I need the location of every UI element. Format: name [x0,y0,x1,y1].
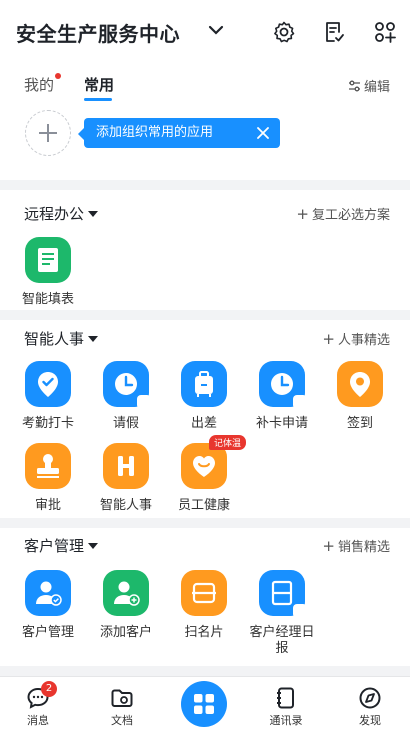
nav-discover[interactable]: 发现 [340,677,400,728]
form-icon [25,237,71,283]
hr-picks-link[interactable]: + 人事精选 [322,329,390,349]
app-smart-form[interactable]: 智能填表 [8,237,88,308]
location-check-icon [25,361,71,407]
person-check-icon [25,570,71,616]
tip-text: 添加组织常用的应用 [96,125,214,140]
person-add-icon [103,570,149,616]
app-scan-business-card[interactable]: 扫名片 [164,570,244,641]
todo-list-icon[interactable] [322,20,346,44]
caret-down-icon [88,210,99,217]
compass-icon [359,687,381,709]
active-tab-indicator [84,98,112,101]
app-add-customer[interactable]: 添加客户 [86,570,166,641]
temperature-badge: 记体温 [209,435,247,450]
app-customer-mgmt[interactable]: 客户管理 [8,570,88,641]
close-icon[interactable] [256,126,270,140]
header-bar: 安全生产服务中心 [0,0,410,62]
clock-icon [259,361,307,409]
nav-contacts[interactable]: 通讯录 [256,677,316,728]
app-leave[interactable]: 请假 [86,361,166,432]
location-pin-icon [337,361,383,407]
add-app-tip[interactable]: 添加组织常用的应用 [78,118,280,148]
section-title-remote[interactable]: 远程办公 [24,203,99,224]
contacts-book-icon [277,687,294,709]
caret-down-icon [88,542,99,549]
grid-icon [194,694,214,714]
plus-icon: + [322,536,335,555]
sales-picks-link[interactable]: + 销售精选 [322,536,390,556]
app-smart-hr[interactable]: 智能人事 [86,443,166,514]
nav-docs[interactable]: 文档 [92,677,152,728]
plus-icon: + [322,329,335,348]
add-app-button[interactable] [25,110,71,156]
caret-down-icon [88,335,99,342]
scan-card-icon [181,570,227,616]
apps-add-icon[interactable] [373,20,397,44]
org-title[interactable]: 安全生产服务中心 [16,18,180,47]
h-letter-icon [103,443,149,489]
edit-button[interactable]: 编辑 [348,76,390,95]
unread-dot [55,73,61,79]
section-title-crm[interactable]: 客户管理 [24,535,99,556]
app-business-trip[interactable]: 出差 [164,361,244,432]
nav-messages[interactable]: 2 消息 [8,677,68,728]
tab-mine[interactable]: 我的 [24,74,54,95]
suitcase-icon [181,361,227,407]
app-manager-daily-report[interactable]: 客户经理日报 [242,570,322,657]
tabs-row: 我的 常用 编辑 [0,72,410,112]
plus-icon: + [296,204,309,223]
gear-icon[interactable] [272,20,296,44]
messages-badge: 2 [41,681,57,697]
folder-icon [111,689,133,707]
chevron-down-icon[interactable] [208,24,224,36]
bottom-nav: 2 消息 文档 通讯录 发现 [0,676,410,730]
app-sign-in[interactable]: 签到 [320,361,400,432]
person-badge-icon [137,395,151,409]
heart-icon: 记体温 [181,435,247,489]
tab-common[interactable]: 常用 [84,74,114,95]
clock-icon [103,361,151,409]
stamp-icon [25,443,71,489]
sliders-icon [348,80,360,91]
person-badge-icon [293,395,307,409]
app-employee-health[interactable]: 记体温 员工健康 [164,435,247,514]
app-attendance[interactable]: 考勤打卡 [8,361,88,432]
workbench-button[interactable] [181,681,227,727]
section-title-hr[interactable]: 智能人事 [24,328,99,349]
app-makeup-clock-in[interactable]: 补卡申请 [242,361,322,432]
report-icon [259,570,307,618]
edit-label: 编辑 [363,80,390,95]
app-approval[interactable]: 审批 [8,443,88,514]
person-badge-icon [293,604,307,618]
remote-plan-link[interactable]: + 复工必选方案 [296,204,390,224]
